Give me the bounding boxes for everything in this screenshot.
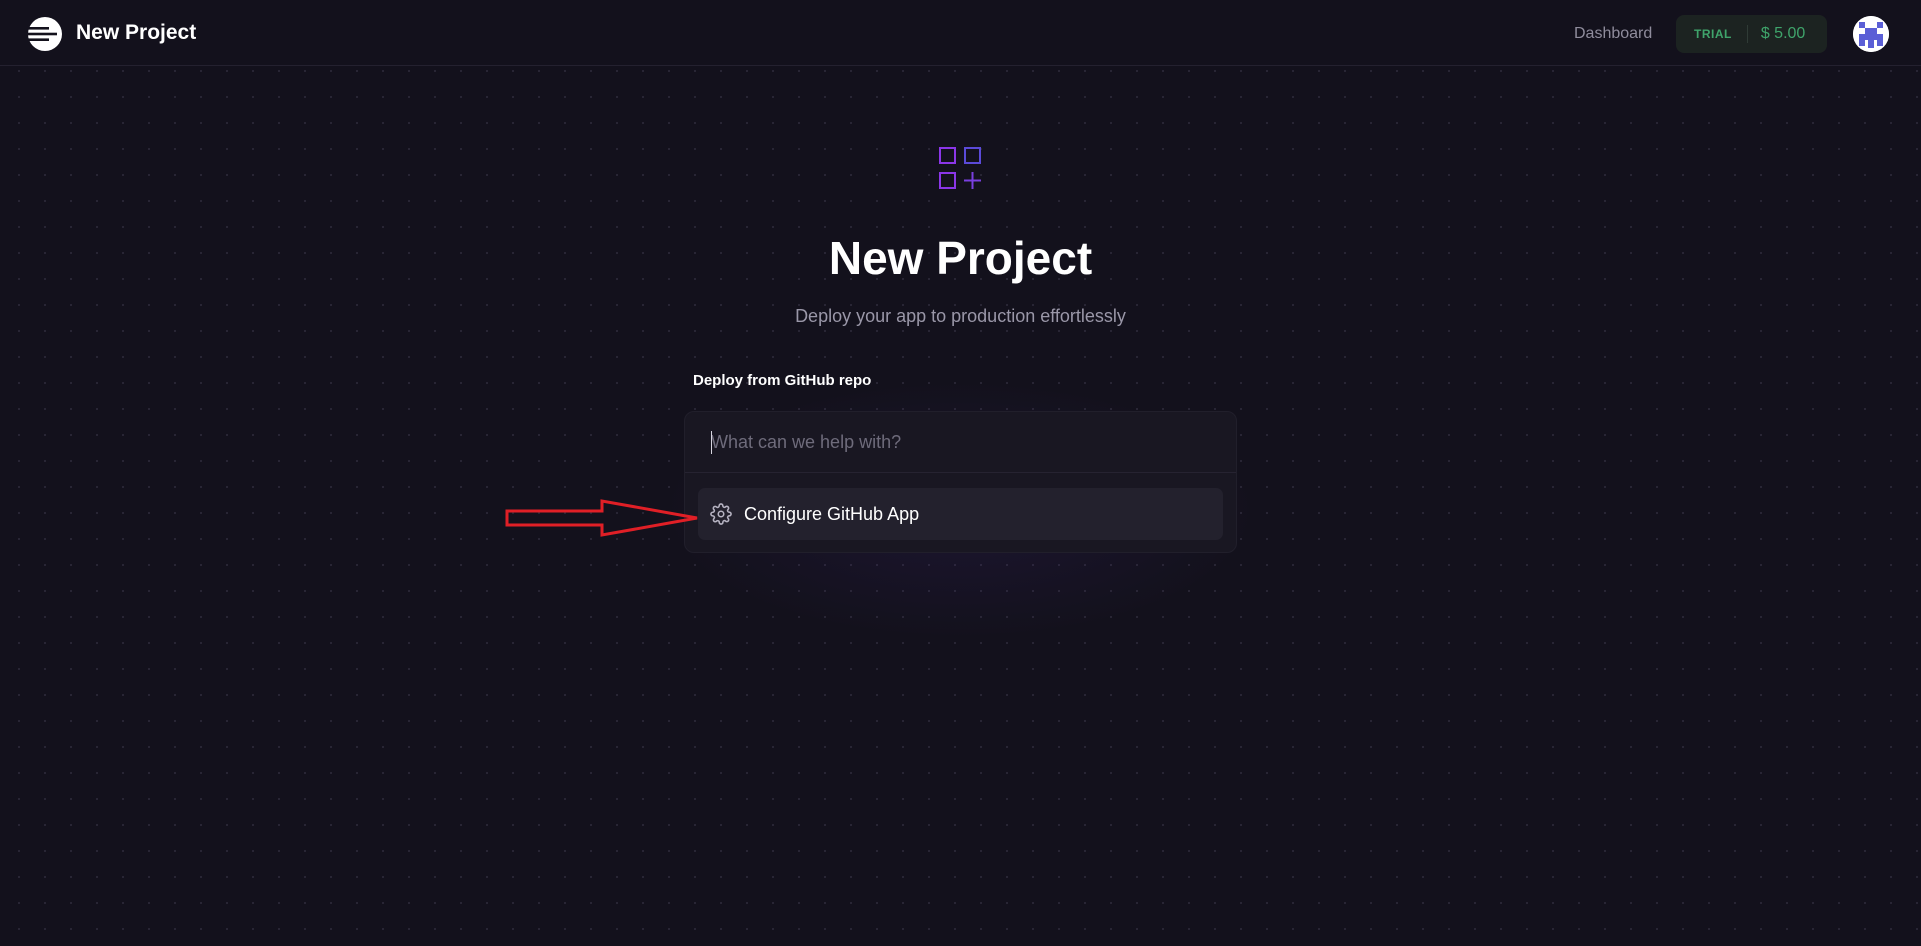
page-title: New Project <box>828 232 1093 284</box>
railway-logo-icon[interactable] <box>27 16 63 52</box>
plan-badge[interactable]: TRIAL $ 5.00 <box>1676 15 1827 53</box>
app-title: New Project <box>76 21 197 44</box>
grid-add-icon <box>939 147 981 189</box>
top-navigation-bar: New Project Dashboard TRIAL $ 5.00 <box>0 0 1921 66</box>
deploy-card: Configure GitHub App <box>684 411 1237 553</box>
user-avatar-icon <box>1853 16 1889 52</box>
text-caret <box>711 431 712 454</box>
user-avatar[interactable] <box>1853 16 1889 52</box>
plan-divider <box>1746 25 1748 43</box>
plan-credit-amount: $ 5.00 <box>1760 25 1806 42</box>
configure-github-app-label: Configure GitHub App <box>744 503 920 524</box>
page-subtitle: Deploy your app to production effortless… <box>795 306 1126 326</box>
red-arrow-annotation <box>505 499 698 537</box>
gear-icon <box>710 503 732 525</box>
configure-github-app-button[interactable]: Configure GitHub App <box>698 488 1223 540</box>
search-input[interactable] <box>685 412 1236 473</box>
plan-trial-label: TRIAL <box>1694 27 1732 41</box>
deploy-section-label: Deploy from GitHub repo <box>693 372 872 389</box>
nav-dashboard-link[interactable]: Dashboard <box>1574 24 1652 44</box>
